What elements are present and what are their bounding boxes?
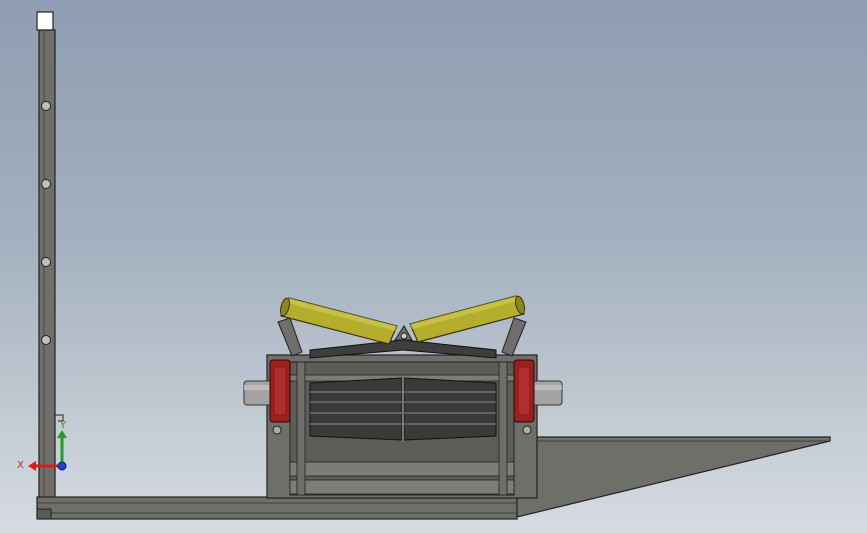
post-bolt-hole bbox=[41, 335, 51, 345]
flange-left[interactable] bbox=[269, 359, 291, 423]
flange-right[interactable] bbox=[513, 359, 535, 423]
cad-model-view[interactable]: X Y bbox=[0, 0, 867, 533]
z-axis-dot bbox=[57, 461, 67, 471]
post-top-cap bbox=[36, 11, 54, 31]
post-bolt-hole bbox=[41, 101, 51, 111]
vertical-post[interactable] bbox=[36, 11, 56, 501]
transition-plate[interactable] bbox=[516, 436, 831, 518]
impact-bars[interactable] bbox=[309, 376, 497, 442]
x-axis-label: X bbox=[17, 460, 24, 471]
y-axis-label: Y bbox=[59, 420, 67, 431]
post-bolt-hole bbox=[41, 179, 51, 189]
shaft-right[interactable] bbox=[530, 380, 563, 406]
base-rail[interactable] bbox=[36, 496, 518, 520]
graphics-viewport[interactable]: X Y bbox=[0, 0, 867, 533]
post-bolt-hole bbox=[41, 257, 51, 267]
